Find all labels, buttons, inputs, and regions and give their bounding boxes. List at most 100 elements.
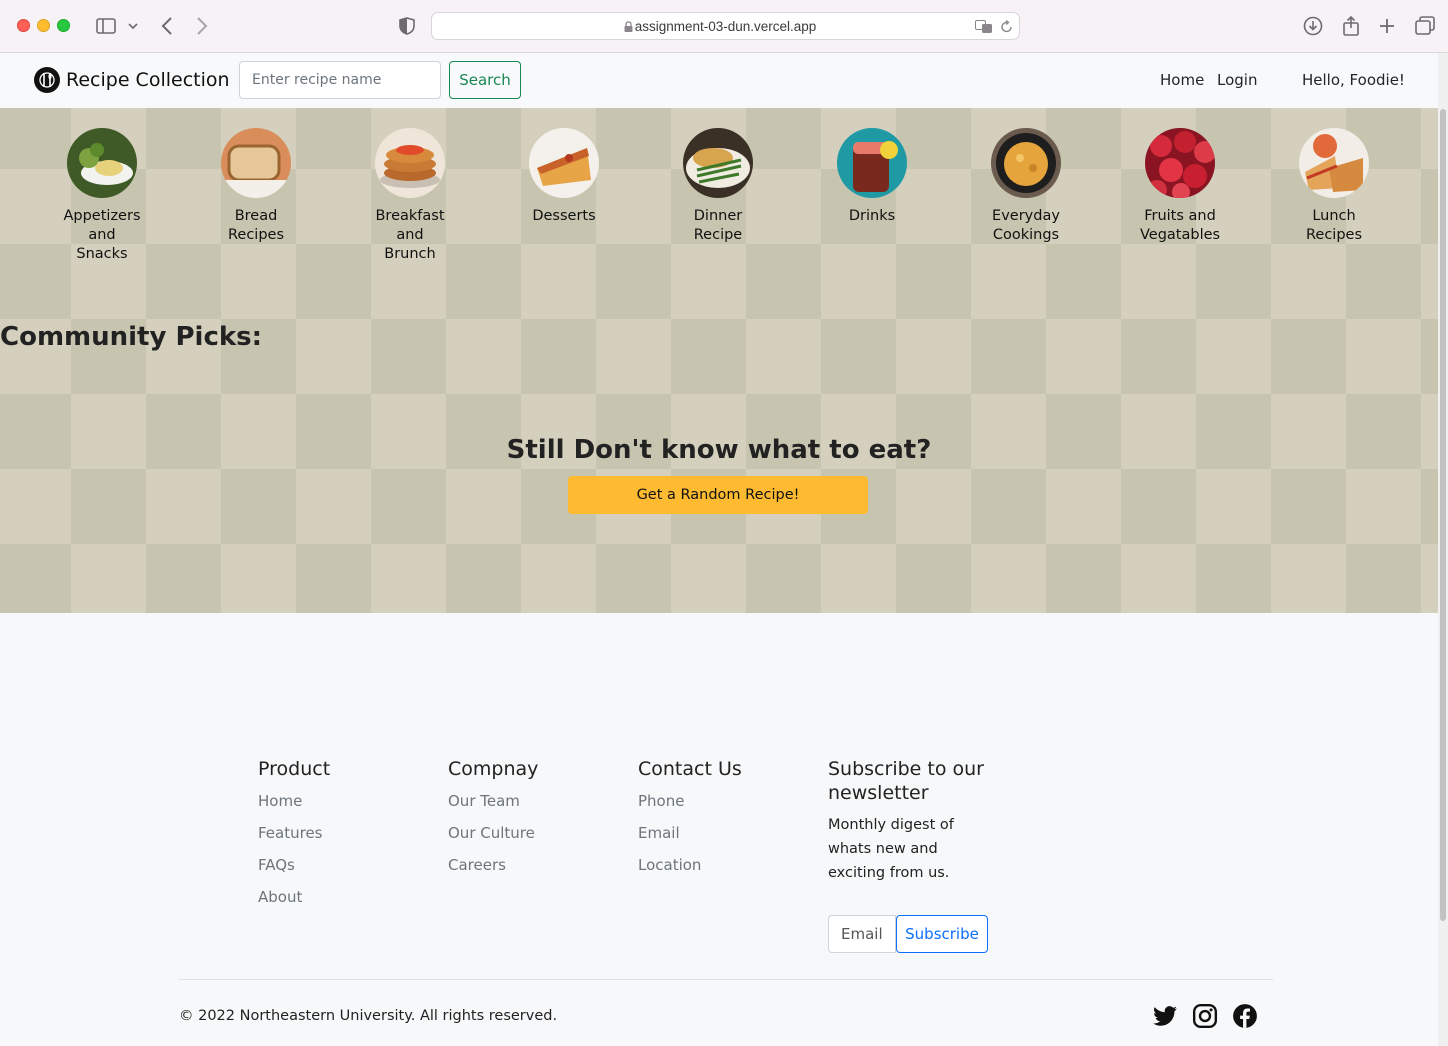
checker-tile <box>596 319 671 394</box>
zoom-window-button[interactable] <box>57 19 70 32</box>
checker-tile <box>371 469 446 544</box>
checker-tile <box>1271 319 1346 394</box>
checker-tile <box>971 319 1046 394</box>
checker-tile <box>1046 244 1121 319</box>
facebook-icon[interactable] <box>1232 1003 1258 1029</box>
newsletter-title: Subscribe to our newsletter <box>828 758 984 804</box>
minimize-window-button[interactable] <box>37 19 50 32</box>
category-breakfast[interactable]: Breakfast and Brunch <box>340 128 480 264</box>
footer-contact-column: Contact Us Phone Email Location <box>638 757 742 885</box>
checker-tile <box>221 544 296 613</box>
category-label: Bread Recipes <box>227 208 285 243</box>
checker-tile <box>221 469 296 544</box>
category-label: Lunch Recipes <box>1305 208 1363 243</box>
checker-tile <box>1346 469 1421 544</box>
footer-link-about[interactable]: About <box>258 885 330 917</box>
checker-tile <box>896 244 971 319</box>
share-icon[interactable] <box>1339 13 1363 39</box>
search-button[interactable]: Search <box>449 61 521 99</box>
footer-column-title: Product <box>258 758 331 780</box>
footer-link-our-culture[interactable]: Our Culture <box>448 821 538 853</box>
instagram-icon[interactable] <box>1192 1003 1218 1029</box>
footer-link-faqs[interactable]: FAQs <box>258 853 330 885</box>
privacy-shield-icon[interactable] <box>397 13 417 39</box>
back-icon[interactable] <box>157 13 177 39</box>
twitter-icon[interactable] <box>1152 1003 1178 1029</box>
reload-icon[interactable] <box>1000 19 1013 38</box>
brand-link[interactable]: Recipe Collection <box>34 67 230 93</box>
random-recipe-button[interactable]: Get a Random Recipe! <box>568 476 868 514</box>
category-bread[interactable]: Bread Recipes <box>186 128 326 245</box>
category-dinner[interactable]: Dinner Recipe <box>648 128 788 245</box>
footer-company-column: Compnay Our Team Our Culture Careers <box>448 757 538 885</box>
checker-tile <box>746 319 821 394</box>
checker-tile <box>296 544 371 613</box>
checker-tile <box>71 544 146 613</box>
checker-tile <box>896 544 971 613</box>
category-lunch[interactable]: Lunch Recipes <box>1264 128 1404 245</box>
checker-tile <box>971 469 1046 544</box>
checker-tile <box>1421 244 1438 319</box>
checker-tile <box>1421 544 1438 613</box>
checker-tile <box>1121 469 1196 544</box>
footer-link-phone[interactable]: Phone <box>638 789 742 821</box>
brand-name: Recipe Collection <box>66 69 230 91</box>
checker-tile <box>671 544 746 613</box>
close-window-button[interactable] <box>17 19 30 32</box>
footer-link-features[interactable]: Features <box>258 821 330 853</box>
category-label: Everyday Cookings <box>992 208 1060 243</box>
checker-tile <box>296 319 371 394</box>
category-desserts[interactable]: Desserts <box>494 128 634 226</box>
category-label: Desserts <box>532 208 596 224</box>
new-tab-icon[interactable] <box>1376 13 1398 39</box>
checker-tile <box>1421 319 1438 394</box>
chevron-down-icon[interactable] <box>126 13 140 39</box>
address-bar[interactable]: assignment-03-dun.vercel.app <box>431 12 1020 40</box>
page-scrollbar[interactable] <box>1438 53 1448 1046</box>
nav-home-link[interactable]: Home <box>1160 71 1204 89</box>
recipe-search-input[interactable] <box>239 61 441 99</box>
drink-photo-icon <box>837 128 907 198</box>
downloads-icon[interactable] <box>1301 13 1325 39</box>
random-prompt-title: Still Don't know what to eat? <box>506 435 932 465</box>
sidebar-toggle-icon[interactable] <box>94 13 118 39</box>
category-fruits[interactable]: Fruits and Vegatables <box>1110 128 1250 245</box>
footer-link-location[interactable]: Location <box>638 853 742 885</box>
newsletter-email-input[interactable] <box>828 915 896 953</box>
newsletter-description: Monthly digest of whats new and exciting… <box>828 817 954 881</box>
checker-tile <box>1121 319 1196 394</box>
footer-link-careers[interactable]: Careers <box>448 853 538 885</box>
footer-link-home[interactable]: Home <box>258 789 330 821</box>
dessert-photo-icon <box>529 128 599 198</box>
footer-link-email[interactable]: Email <box>638 821 742 853</box>
category-label: Appetizers and Snacks <box>63 208 141 262</box>
footer-newsletter: Subscribe to our newsletter Monthly dige… <box>828 757 998 957</box>
nav-login-link[interactable]: Login <box>1217 71 1257 89</box>
checker-tile <box>296 469 371 544</box>
translate-icon[interactable] <box>975 19 993 38</box>
apples-photo-icon <box>1145 128 1215 198</box>
copyright-text: © 2022 Northeastern University. All righ… <box>179 1008 558 1024</box>
checker-tile <box>1121 544 1196 613</box>
sandwich-photo-icon <box>1299 128 1369 198</box>
category-label: Drinks <box>848 208 896 224</box>
category-drinks[interactable]: Drinks <box>802 128 942 226</box>
footer-product-column: Product Home Features FAQs About <box>258 757 330 917</box>
category-everyday[interactable]: Everyday Cookings <box>956 128 1096 245</box>
forward-icon[interactable] <box>192 13 212 39</box>
checker-tile <box>1421 169 1438 244</box>
checker-tile <box>1421 469 1438 544</box>
category-label: Breakfast and Brunch <box>375 208 445 262</box>
checker-tile <box>1046 319 1121 394</box>
scrollbar-thumb[interactable] <box>1440 109 1446 921</box>
checker-tile <box>821 319 896 394</box>
tab-overview-icon[interactable] <box>1413 13 1437 39</box>
checker-tile <box>1421 108 1438 169</box>
category-appetizers[interactable]: Appetizers and Snacks <box>32 128 172 264</box>
subscribe-button[interactable]: Subscribe <box>896 915 988 953</box>
plate-utensils-icon <box>34 67 60 93</box>
checker-tile <box>671 244 746 319</box>
community-picks-title: Community Picks: <box>0 322 263 352</box>
checker-tile <box>521 319 596 394</box>
footer-link-our-team[interactable]: Our Team <box>448 789 538 821</box>
